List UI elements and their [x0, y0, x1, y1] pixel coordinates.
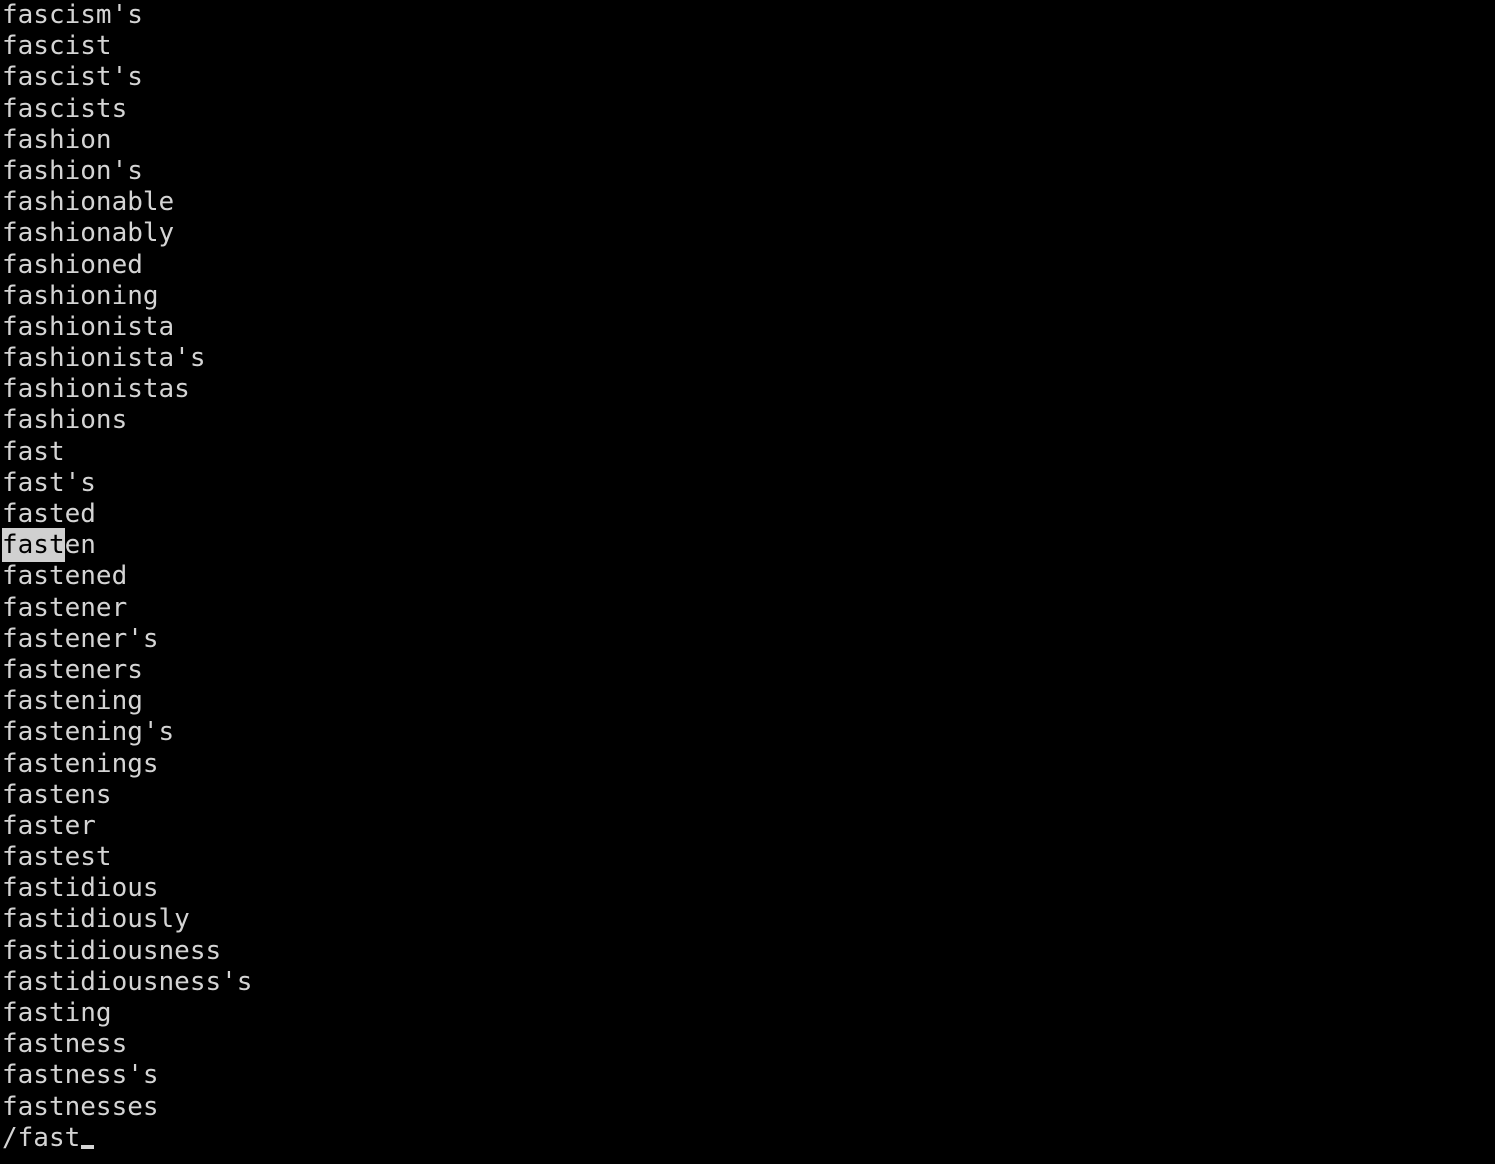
line-text: fastener: [2, 592, 128, 623]
terminal-line: fastener: [2, 593, 1495, 624]
terminal-line: fasteners: [2, 655, 1495, 686]
terminal-line: fashionista: [2, 312, 1495, 343]
terminal-line: fasted: [2, 499, 1495, 530]
line-text: fastidious: [2, 873, 159, 904]
line-text: fastens: [2, 779, 112, 810]
terminal-line: fasten: [2, 528, 1495, 563]
terminal-line: fashionista's: [2, 343, 1495, 374]
terminal-line: fastens: [2, 780, 1495, 811]
line-text: fastenings: [2, 748, 159, 779]
line-text: fashion: [2, 124, 112, 155]
terminal-line: fastidiousness's: [2, 967, 1495, 998]
terminal-line: fast's: [2, 468, 1495, 499]
line-text: fastnesses: [2, 1091, 159, 1122]
line-text: fastness: [2, 1029, 128, 1060]
terminal-line: fascists: [2, 94, 1495, 125]
terminal-line: fashioned: [2, 250, 1495, 281]
terminal-line: fastest: [2, 842, 1495, 873]
line-text: fascist's: [2, 62, 143, 93]
line-text: fashion's: [2, 155, 143, 186]
line-text: fashionista's: [2, 343, 206, 374]
terminal-line: fashioning: [2, 281, 1495, 312]
line-text: fastest: [2, 842, 112, 873]
line-text: fast: [2, 436, 65, 467]
line-text: fasting: [2, 998, 112, 1028]
search-prompt-line[interactable]: /fast: [2, 1123, 1495, 1154]
line-text: fastidiousness's: [2, 966, 253, 997]
terminal-line: fashionistas: [2, 374, 1495, 405]
line-text: fastidiously: [2, 904, 190, 935]
line-text: fastening's: [2, 717, 175, 748]
search-match-highlight: fast: [2, 528, 65, 563]
line-text: fastidiousness: [2, 935, 222, 966]
line-text: fascists: [2, 93, 128, 124]
line-text: fashionable: [2, 187, 175, 218]
terminal-line: fastening's: [2, 717, 1495, 748]
terminal-line: fascist's: [2, 62, 1495, 93]
line-text: fashioning: [2, 280, 159, 311]
terminal-line: fastener's: [2, 624, 1495, 655]
line-text: fashionista: [2, 311, 175, 342]
line-text: fashionistas: [2, 374, 190, 405]
line-text: fastness's: [2, 1060, 159, 1091]
terminal-line: fascist: [2, 31, 1495, 62]
terminal-line: fashions: [2, 405, 1495, 436]
terminal-line: fastness's: [2, 1060, 1495, 1091]
line-text: fasted: [2, 499, 96, 529]
line-text: fashionably: [2, 218, 175, 249]
terminal-line: fashion's: [2, 156, 1495, 187]
search-input[interactable]: fast: [18, 1123, 81, 1153]
terminal-screen: fascism's fascist fascist's fascists fashion…: [2, 0, 1495, 1154]
terminal-line: fastnesses: [2, 1092, 1495, 1123]
terminal-line: fashionable: [2, 187, 1495, 218]
terminal-line: fastidious: [2, 873, 1495, 904]
line-text: fashions: [2, 405, 128, 436]
terminal-line: fashion: [2, 125, 1495, 156]
line-text: fastened: [2, 561, 128, 592]
line-text: fasteners: [2, 654, 143, 685]
line-text: fascism's: [2, 0, 143, 30]
terminal-line: fashionably: [2, 218, 1495, 249]
line-text: fast's: [2, 467, 96, 498]
terminal-window[interactable]: fascism's fascist fascist's fascists fashion…: [0, 0, 1495, 1164]
terminal-line: fast: [2, 437, 1495, 468]
terminal-line: fasting: [2, 998, 1495, 1029]
terminal-line: faster: [2, 811, 1495, 842]
line-text: faster: [2, 810, 96, 841]
terminal-line: fastenings: [2, 749, 1495, 780]
line-text: en: [64, 530, 96, 561]
line-text: fashioned: [2, 249, 143, 280]
terminal-line: fastidiousness: [2, 936, 1495, 967]
search-prompt-indicator: /: [2, 1122, 18, 1153]
terminal-line: fascism's: [2, 0, 1495, 31]
terminal-line: fastening: [2, 686, 1495, 717]
line-text: fastener's: [2, 623, 159, 654]
terminal-line: fastidiously: [2, 904, 1495, 935]
line-text: fascist: [2, 31, 112, 62]
terminal-line: fastness: [2, 1029, 1495, 1060]
text-cursor: [80, 1123, 96, 1154]
terminal-line: fastened: [2, 561, 1495, 592]
line-text: fastening: [2, 686, 143, 717]
